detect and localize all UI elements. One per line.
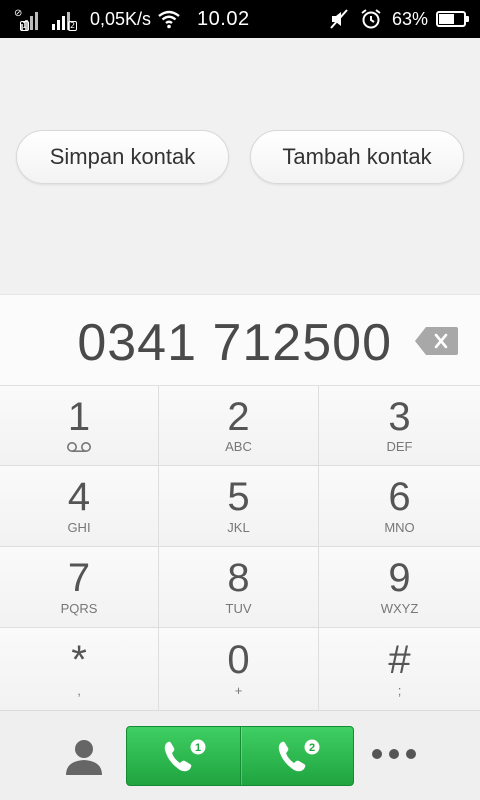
call-buttons: 1 2: [126, 726, 354, 786]
clock: 10.02: [197, 7, 250, 30]
backspace-icon[interactable]: [414, 325, 458, 357]
key-letters: DEF: [386, 439, 413, 454]
bottom-bar: 1 2: [0, 710, 480, 800]
key-letters: ;: [397, 682, 402, 698]
key-letters: WXYZ: [380, 600, 419, 616]
key-letters: PQRS: [60, 600, 98, 616]
alarm-icon: [361, 9, 381, 29]
key-letters: ABC: [225, 439, 252, 454]
key-digit: 7: [67, 556, 91, 600]
key-4[interactable]: 4 GHI: [0, 466, 159, 547]
dialed-number: 0341 712500: [77, 314, 392, 372]
key-8[interactable]: 8 TUV: [159, 547, 319, 628]
key-6[interactable]: 6 MNO: [319, 466, 480, 547]
key-0[interactable]: 0 +: [159, 628, 319, 710]
key-digit: #: [388, 638, 411, 682]
key-3[interactable]: 3 DEF: [319, 386, 480, 466]
status-bar: ⊘ 1 2 0,05K/s 10.02 63%: [0, 0, 480, 38]
key-letters: TUV: [225, 600, 252, 616]
voicemail-icon: [67, 441, 91, 452]
key-digit: 6: [388, 475, 411, 519]
battery-percent: 63%: [391, 8, 428, 29]
key-5[interactable]: 5 JKL: [159, 466, 319, 547]
contacts-icon[interactable]: [62, 735, 106, 779]
key-letters: +: [234, 682, 243, 698]
key-digit: 0: [227, 638, 250, 682]
key-1[interactable]: 1: [0, 386, 159, 466]
mute-icon: [330, 9, 348, 29]
svg-text:2: 2: [309, 742, 315, 754]
key-digit: 2: [227, 394, 250, 439]
sim1-call-badge: 1: [190, 739, 206, 755]
battery-icon: [436, 11, 469, 27]
sim2-badge: 2: [68, 21, 77, 31]
battery-fill: [439, 14, 455, 24]
key-letters: GHI: [67, 519, 91, 535]
save-contact-button[interactable]: Simpan kontak: [16, 130, 229, 184]
key-2[interactable]: 2 ABC: [159, 386, 319, 466]
key-digit: 5: [227, 475, 250, 519]
key-digit: 8: [227, 556, 250, 600]
add-contact-button[interactable]: Tambah kontak: [250, 130, 464, 184]
call-sim1-button[interactable]: 1: [127, 727, 240, 785]
key-digit: 3: [388, 394, 411, 439]
signal-icon: ⊘ 1: [14, 8, 38, 31]
key-letters: ,: [77, 682, 81, 698]
signal-icon: 2: [48, 8, 77, 31]
key-letters: MNO: [384, 519, 415, 535]
key-digit: *: [71, 638, 87, 682]
wifi-icon: [158, 10, 180, 29]
key-7[interactable]: 7 PQRS: [0, 547, 159, 628]
key-digit: 4: [67, 475, 91, 519]
sim1-badge: 1: [20, 21, 29, 31]
data-speed: 0,05K/s: [90, 8, 152, 29]
svg-text:1: 1: [195, 742, 201, 754]
sim2-call-badge: 2: [304, 739, 320, 755]
call-sim2-button[interactable]: 2: [239, 727, 354, 785]
key-9[interactable]: 9 WXYZ: [319, 547, 480, 628]
number-display[interactable]: 0341 712500: [0, 294, 480, 386]
key-hash[interactable]: # ;: [319, 628, 480, 710]
key-star[interactable]: * ,: [0, 628, 159, 710]
key-letters: JKL: [227, 519, 250, 535]
dial-keypad: 1 2 ABC 3 DEF 4 GHI 5 JKL 6 MNO 7 PQRS 8…: [0, 386, 480, 710]
key-digit: 1: [67, 394, 91, 439]
suggestion-area: Simpan kontak Tambah kontak: [0, 38, 480, 294]
key-digit: 9: [388, 556, 411, 600]
more-options-icon[interactable]: [372, 749, 416, 759]
